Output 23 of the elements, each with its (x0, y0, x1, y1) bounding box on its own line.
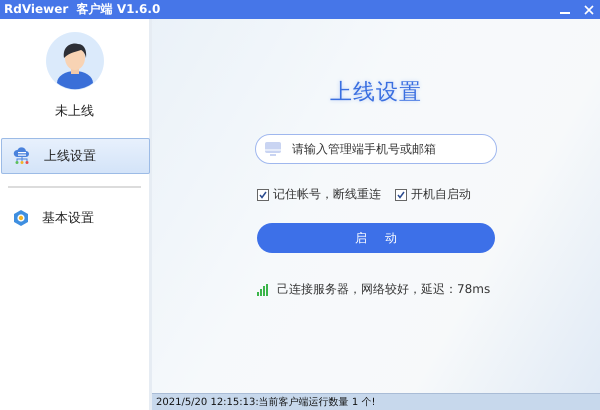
user-status: 未上线 (55, 103, 94, 120)
close-icon (584, 4, 594, 14)
start-button[interactable]: 启 动 (257, 223, 495, 253)
minimize-icon (560, 12, 570, 14)
monitor-icon (265, 142, 281, 156)
sidebar-item[interactable]: 基本设置 (1, 200, 150, 236)
checkbox-option[interactable]: 开机自启动 (395, 186, 471, 203)
hexagon-settings-icon (12, 209, 30, 227)
checkbox[interactable] (257, 188, 269, 200)
avatar-icon (46, 32, 104, 90)
window-title: RdViewer 客户端 V1.6.0 (4, 1, 160, 18)
page-heading: 上线设置 (330, 79, 422, 107)
signal-icon (257, 284, 269, 296)
account-field[interactable]: 请输入管理端手机号或邮箱 (255, 134, 497, 164)
close-button[interactable] (582, 2, 596, 16)
sidebar-item-label: 上线设置 (44, 148, 96, 165)
sidebar-item-label: 基本设置 (42, 210, 94, 227)
status-bar: 2021/5/20 12:15:13:当前客户端运行数量 1 个! (152, 393, 600, 410)
checkbox[interactable] (395, 188, 407, 200)
connection-status: 己连接服务器，网络较好，延迟：78ms (277, 281, 490, 298)
sidebar-item[interactable]: 上线设置 (1, 138, 150, 174)
cloud-network-icon (12, 146, 32, 166)
checkbox-label: 开机自启动 (411, 186, 471, 203)
